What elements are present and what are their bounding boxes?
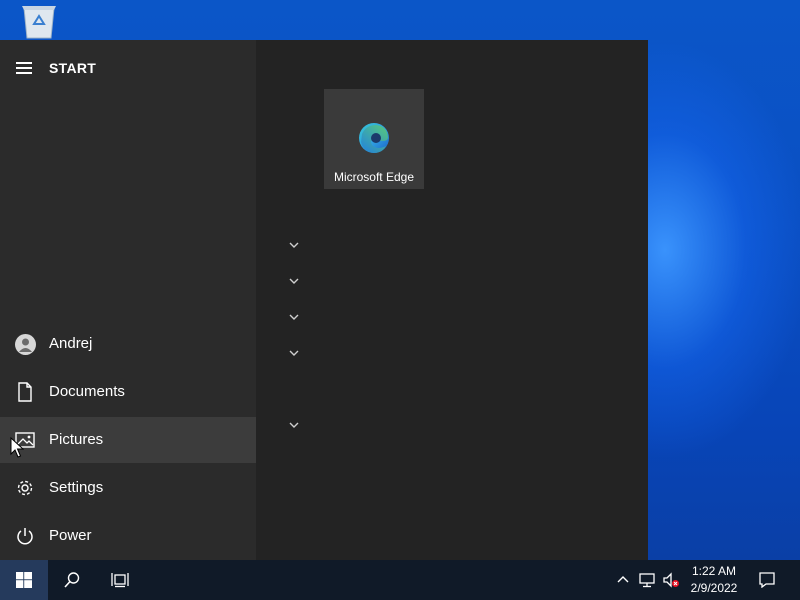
taskbar: 1:22 AM 2/9/2022: [0, 560, 800, 600]
sidebar-item-settings[interactable]: Settings: [0, 465, 256, 511]
sidebar-item-user[interactable]: Andrej: [0, 321, 256, 367]
user-avatar-icon: [14, 333, 36, 355]
group-chevron-down-icon[interactable]: [288, 241, 300, 249]
sidebar-item-power[interactable]: Power: [0, 513, 256, 559]
sidebar-item-label: Settings: [49, 479, 104, 496]
start-header[interactable]: START: [0, 52, 256, 84]
power-icon: [14, 526, 36, 546]
start-title: START: [49, 60, 97, 76]
start-menu-sidebar: START Andrej Documents Pictures Settings…: [0, 40, 256, 560]
sidebar-item-pictures[interactable]: Pictures: [0, 417, 256, 463]
search-icon: [64, 572, 80, 588]
group-chevron-down-icon[interactable]: [288, 313, 300, 321]
sidebar-item-label: Andrej: [49, 335, 93, 352]
hamburger-menu-icon[interactable]: [16, 62, 34, 74]
task-view-button[interactable]: [96, 560, 144, 600]
group-chevron-down-icon[interactable]: [288, 349, 300, 357]
mouse-cursor-icon: [10, 437, 24, 458]
group-chevron-down-icon[interactable]: [288, 277, 300, 285]
sidebar-item-documents[interactable]: Documents: [0, 369, 256, 415]
tile-label: Microsoft Edge: [333, 170, 415, 184]
edge-icon: [357, 121, 391, 155]
task-view-icon: [111, 573, 129, 588]
start-menu: START Andrej Documents Pictures Settings…: [0, 40, 648, 560]
sidebar-item-label: Pictures: [49, 431, 104, 448]
chevron-up-icon[interactable]: [616, 572, 630, 588]
tile-microsoft-edge[interactable]: Microsoft Edge: [324, 89, 424, 189]
notifications-icon[interactable]: [758, 572, 776, 588]
sidebar-item-label: Power: [49, 527, 92, 544]
network-icon[interactable]: [638, 572, 656, 588]
clock-date: 2/9/2022: [690, 581, 738, 595]
volume-muted-icon[interactable]: [662, 572, 680, 588]
gear-icon: [14, 478, 36, 498]
sidebar-item-label: Documents: [49, 383, 125, 400]
search-button[interactable]: [48, 560, 96, 600]
document-icon: [14, 382, 36, 402]
system-clock[interactable]: 1:22 AM 2/9/2022: [682, 563, 746, 597]
clock-time: 1:22 AM: [691, 564, 737, 578]
recycle-bin-icon[interactable]: [18, 6, 60, 40]
start-button[interactable]: [0, 560, 48, 600]
group-chevron-down-icon[interactable]: [288, 421, 300, 429]
windows-start-icon: [16, 572, 32, 588]
